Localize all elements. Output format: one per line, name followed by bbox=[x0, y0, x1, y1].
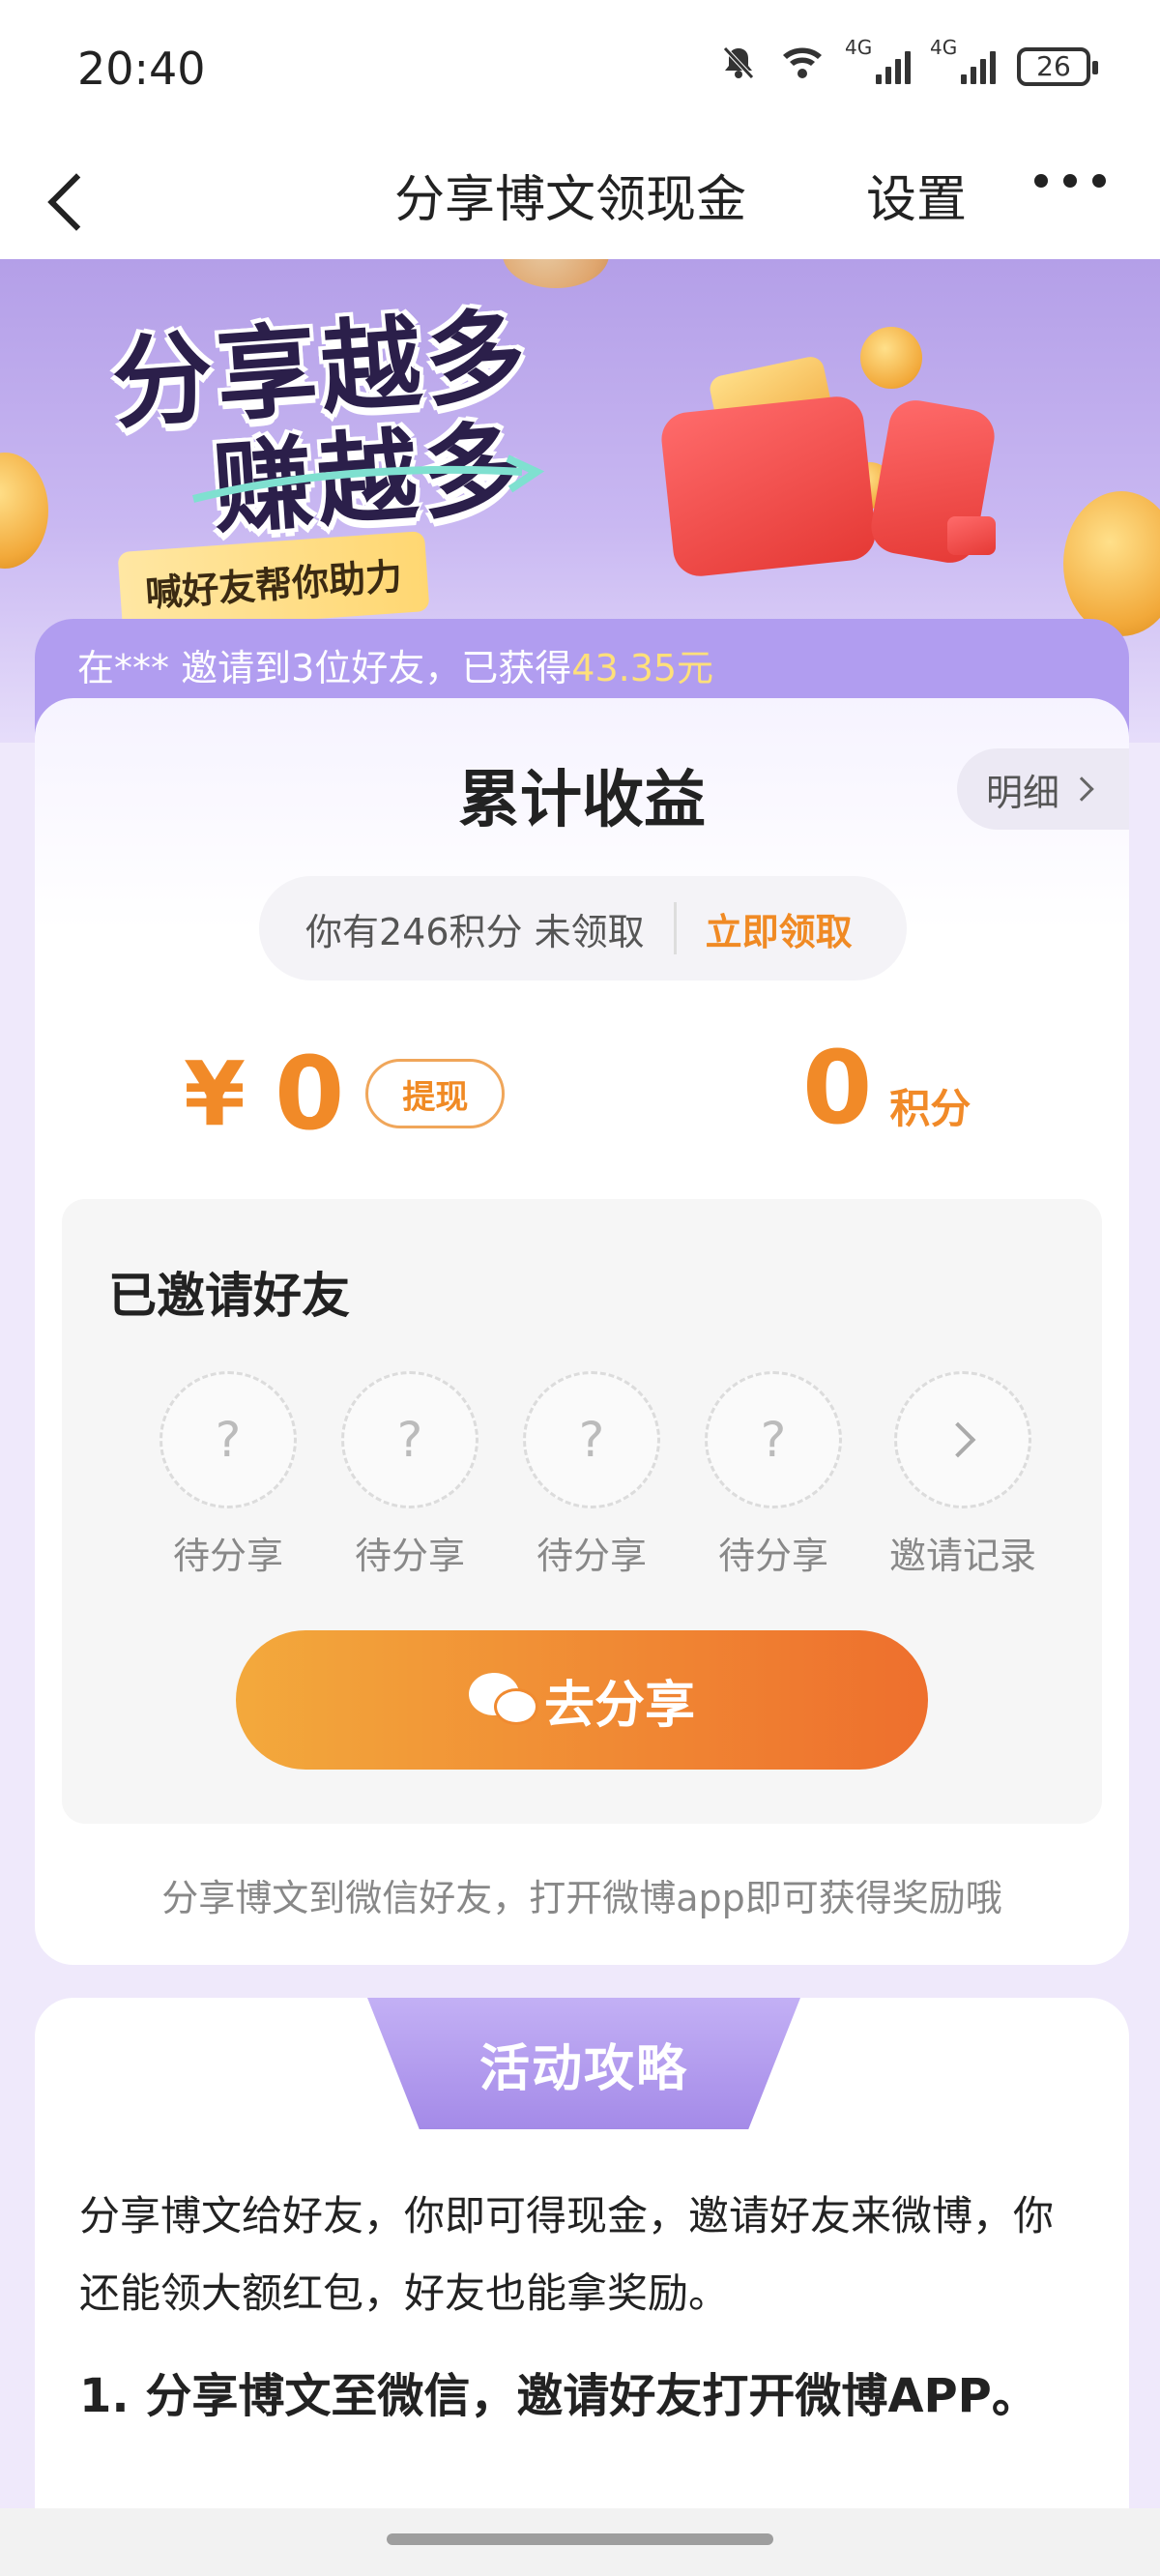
question-icon: ? bbox=[160, 1371, 297, 1508]
coin-decoration bbox=[0, 453, 48, 569]
withdraw-button[interactable]: 提现 bbox=[365, 1059, 506, 1128]
status-icons: 4G 4G 26 bbox=[719, 36, 1098, 90]
signal-label: 4G bbox=[930, 35, 958, 59]
chevron-right-icon bbox=[894, 1371, 1031, 1508]
coin-decoration bbox=[503, 259, 609, 288]
friend-slot[interactable]: ? 待分享 bbox=[501, 1371, 682, 1579]
wechat-icon bbox=[468, 1671, 538, 1729]
signal-icon: 4G bbox=[845, 36, 911, 84]
chevron-right-icon bbox=[1069, 776, 1094, 802]
wifi-icon bbox=[779, 44, 826, 89]
question-icon: ? bbox=[705, 1371, 842, 1508]
status-bar: 20:40 4G 4G 26 bbox=[0, 0, 1160, 135]
strategy-tab: 活动攻略 bbox=[367, 1998, 800, 2129]
unclaimed-points-pill: 你有246积分 未领取 立即领取 bbox=[259, 876, 907, 981]
red-envelope-decoration bbox=[947, 516, 996, 555]
invite-record-button[interactable]: 邀请记录 bbox=[872, 1371, 1054, 1579]
claim-button[interactable]: 立即领取 bbox=[706, 902, 853, 955]
currency-symbol: ¥ bbox=[184, 1041, 246, 1146]
question-icon: ? bbox=[341, 1371, 478, 1508]
more-icon[interactable] bbox=[1034, 174, 1106, 188]
ticker-prefix: 在*** 邀请到3位好友，已获得 bbox=[77, 647, 572, 689]
detail-label: 明细 bbox=[985, 771, 1059, 814]
friend-slot[interactable]: ? 待分享 bbox=[319, 1371, 501, 1579]
friend-slot[interactable]: ? 待分享 bbox=[137, 1371, 319, 1579]
strategy-card: 活动攻略 分享博文给好友，你即可得现金，邀请好友来微博，你还能领大额红包，好友也… bbox=[35, 1998, 1129, 2576]
back-icon[interactable] bbox=[39, 164, 106, 232]
invited-friends-panel: 已邀请好友 ? 待分享 ? 待分享 ? 待分享 ? 待分享 邀请记录 去分享 bbox=[62, 1199, 1102, 1824]
signal-icon: 4G bbox=[930, 36, 996, 84]
question-icon: ? bbox=[523, 1371, 660, 1508]
invite-ticker: 在*** 邀请到3位好友，已获得43.35元 bbox=[77, 638, 713, 691]
cash-value: 0 bbox=[275, 1035, 345, 1153]
friend-slots: ? 待分享 ? 待分享 ? 待分享 ? 待分享 邀请记录 bbox=[137, 1371, 1054, 1579]
unclaimed-points-text: 你有246积分 未领取 bbox=[305, 910, 645, 953]
points-value: 0 bbox=[802, 1029, 873, 1147]
earnings-card: 累计收益 明细 你有246积分 未领取 立即领取 ¥ 0 提现 0 积分 已邀请… bbox=[35, 698, 1129, 1965]
slot-label: 待分享 bbox=[536, 1535, 647, 1577]
status-time: 20:40 bbox=[77, 43, 206, 95]
friend-slot[interactable]: ? 待分享 bbox=[682, 1371, 864, 1579]
points-unit: 积分 bbox=[889, 1085, 972, 1132]
coin-decoration bbox=[860, 327, 922, 389]
strategy-tab-label: 活动攻略 bbox=[478, 2039, 688, 2098]
slot-label: 待分享 bbox=[172, 1535, 283, 1577]
bell-off-icon bbox=[719, 43, 758, 90]
page-title: 分享博文领现金 bbox=[394, 171, 747, 229]
nav-bar: 分享博文领现金 设置 bbox=[0, 135, 1160, 259]
coin-decoration bbox=[1063, 491, 1160, 636]
settings-button[interactable]: 设置 bbox=[866, 159, 967, 231]
divider bbox=[673, 902, 677, 954]
banner-slogan: 分享越多 赚越多 bbox=[108, 296, 540, 553]
strategy-step: 1. 分享博文至微信，邀请好友打开微博APP。 bbox=[79, 2369, 1038, 2423]
invited-friends-title: 已邀请好友 bbox=[108, 1268, 350, 1324]
share-hint: 分享博文到微信好友，打开微博app即可获得奖励哦 bbox=[161, 1877, 1002, 1919]
ticker-amount: 43.35元 bbox=[571, 647, 714, 689]
slot-label: 待分享 bbox=[717, 1535, 828, 1577]
share-button[interactable]: 去分享 bbox=[236, 1630, 928, 1770]
points-balance: 0 积分 bbox=[802, 1029, 971, 1147]
detail-button[interactable]: 明细 bbox=[956, 748, 1129, 830]
home-indicator[interactable] bbox=[387, 2533, 773, 2545]
battery-icon: 26 bbox=[1017, 46, 1098, 86]
invite-record-label: 邀请记录 bbox=[888, 1535, 1036, 1577]
red-envelope-decoration bbox=[658, 394, 879, 579]
cash-balance: ¥ 0 提现 bbox=[184, 1035, 506, 1153]
arrow-decoration bbox=[192, 454, 545, 503]
signal-label: 4G bbox=[845, 35, 873, 59]
strategy-description: 分享博文给好友，你即可得现金，邀请好友来微博，你还能领大额红包，好友也能拿奖励。 bbox=[79, 2192, 1055, 2317]
share-label: 去分享 bbox=[543, 1676, 695, 1735]
slot-label: 待分享 bbox=[354, 1535, 465, 1577]
